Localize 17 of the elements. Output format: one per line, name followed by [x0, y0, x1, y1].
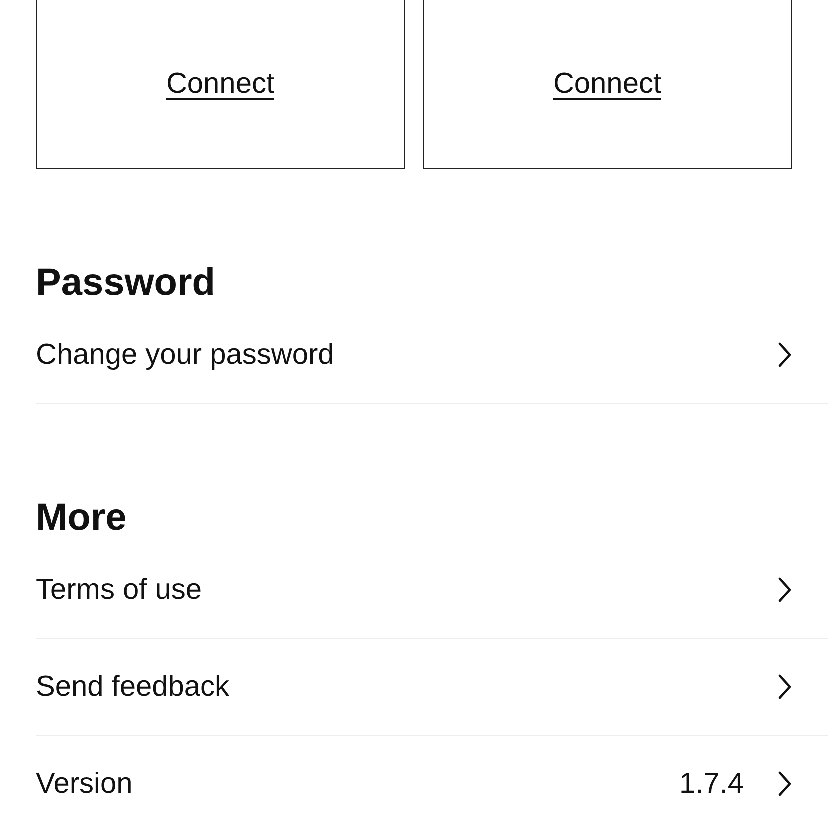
chevron-right-icon: [778, 674, 792, 700]
row-label: Terms of use: [36, 574, 203, 606]
connect-link[interactable]: Connect: [553, 68, 662, 100]
row-label: Send feedback: [36, 670, 230, 704]
settings-row[interactable]: Change your password: [36, 307, 828, 404]
row-label: Version: [36, 768, 134, 800]
settings-row[interactable]: Version 1.7.4: [36, 736, 828, 829]
version-number: 1.7.4: [680, 768, 744, 800]
section-heading: More: [36, 496, 128, 540]
settings-row[interactable]: Send feedback: [36, 639, 828, 736]
chevron-right-icon: [778, 577, 792, 603]
section-heading: Password: [36, 261, 217, 305]
row-label: Change your password: [36, 338, 336, 372]
chevron-right-icon: [778, 342, 792, 368]
chevron-right-icon: [778, 771, 792, 797]
connect-link[interactable]: Connect: [166, 68, 274, 100]
settings-row[interactable]: Terms of use: [36, 542, 828, 639]
